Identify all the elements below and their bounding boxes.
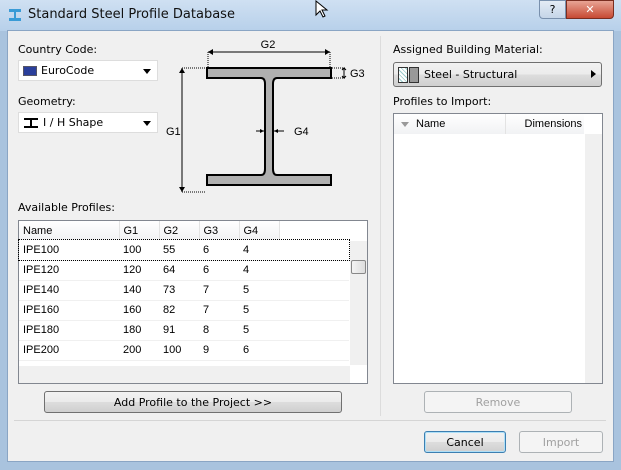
g4-label: G4: [294, 126, 309, 138]
country-code-label: Country Code:: [18, 43, 98, 56]
i-shape-icon: [24, 117, 38, 128]
material-swatch-icon: [409, 66, 419, 83]
table-cell: 180: [119, 320, 159, 341]
table-cell: 4: [239, 260, 279, 281]
table-cell: IPE140: [19, 280, 119, 301]
table-row[interactable]: IPE100 100 55 6 4: [18, 239, 350, 261]
geometry-label: Geometry:: [18, 95, 76, 108]
geometry-dropdown[interactable]: I / H Shape: [18, 112, 158, 133]
table-cell: 55: [159, 240, 199, 261]
country-code-dropdown[interactable]: EuroCode: [18, 60, 158, 81]
divider: [380, 36, 381, 416]
table-cell: 5: [239, 300, 279, 321]
table-cell: 100: [159, 340, 199, 361]
table-cell: 4: [239, 240, 279, 261]
table-cell: 120: [119, 260, 159, 281]
col-name[interactable]: Name: [416, 114, 506, 134]
g1-label: G1: [166, 126, 181, 138]
help-button[interactable]: ?: [539, 0, 566, 19]
mouse-cursor-icon: [315, 0, 329, 18]
window-title: Standard Steel Profile Database: [28, 7, 235, 22]
table-cell: 6: [199, 240, 239, 261]
table-cell: 140: [119, 280, 159, 301]
material-picker[interactable]: Steel - Structural: [393, 62, 602, 87]
table-cell: 73: [159, 280, 199, 301]
table-cell: 82: [159, 300, 199, 321]
table-row[interactable]: IPE140 140 73 7 5: [19, 280, 349, 301]
add-profile-button[interactable]: Add Profile to the Project >>: [44, 391, 342, 413]
profiles-to-import-label: Profiles to Import:: [393, 95, 492, 108]
material-value: Steel - Structural: [424, 68, 518, 81]
sort-icon[interactable]: [394, 114, 416, 134]
table-cell: 5: [239, 280, 279, 301]
table-cell: 100: [119, 240, 159, 261]
material-swatch-icon: [398, 66, 408, 83]
profile-diagram: G2 G1 G3 G4: [166, 39, 365, 193]
col-dimensions[interactable]: Dimensions: [506, 114, 584, 134]
g3-label: G3: [350, 68, 365, 80]
profiles-to-import-list[interactable]: Name Dimensions: [393, 113, 603, 384]
title-bar: Standard Steel Profile Database ? ✕: [0, 0, 621, 31]
cancel-button[interactable]: Cancel: [424, 431, 506, 453]
vertical-scrollbar[interactable]: [350, 241, 367, 365]
table-cell: IPE160: [19, 300, 119, 321]
table-cell: 6: [199, 260, 239, 281]
vertical-scrollbar[interactable]: [585, 134, 602, 383]
chevron-down-icon: [143, 121, 151, 126]
eu-flag-icon: [23, 65, 37, 76]
material-label: Assigned Building Material:: [393, 43, 543, 56]
table-cell: 200: [119, 340, 159, 361]
table-cell: IPE100: [19, 240, 119, 261]
import-button[interactable]: Import: [519, 431, 603, 453]
col-g4[interactable]: G4: [239, 221, 280, 240]
country-code-value: EuroCode: [41, 64, 95, 77]
table-cell: 160: [119, 300, 159, 321]
table-cell: 7: [199, 280, 239, 301]
table-cell: 64: [159, 260, 199, 281]
col-g1[interactable]: G1: [119, 221, 160, 240]
table-cell: 7: [199, 300, 239, 321]
table-cell: 6: [239, 340, 279, 361]
g2-label: G2: [261, 39, 276, 51]
col-name[interactable]: Name: [19, 221, 120, 240]
table-header: Name G1 G2 G3 G4: [19, 221, 349, 240]
table-row[interactable]: IPE160 160 82 7 5: [19, 300, 349, 321]
table-cell: IPE120: [19, 260, 119, 281]
available-profiles-label: Available Profiles:: [18, 201, 115, 214]
table-row[interactable]: IPE180 180 91 8 5: [19, 320, 349, 341]
table-cell: 9: [199, 340, 239, 361]
horizontal-scrollbar[interactable]: [19, 366, 350, 383]
close-button[interactable]: ✕: [566, 0, 614, 19]
separator: [14, 420, 606, 421]
remove-button[interactable]: Remove: [424, 391, 572, 413]
chevron-right-icon: [591, 70, 596, 78]
col-g2[interactable]: G2: [159, 221, 200, 240]
table-row[interactable]: IPE120 120 64 6 4: [19, 260, 349, 281]
chevron-down-icon: [143, 69, 151, 74]
table-row[interactable]: IPE200 200 100 9 6: [19, 340, 349, 361]
geometry-value: I / H Shape: [43, 116, 104, 129]
table-cell: IPE180: [19, 320, 119, 341]
table-cell: 91: [159, 320, 199, 341]
table-cell: 5: [239, 320, 279, 341]
available-profiles-table[interactable]: Name G1 G2 G3 G4 IPE100 100 55 6 4 IPE120 120 6…: [18, 220, 368, 384]
table-cell: IPE200: [19, 340, 119, 361]
scroll-thumb[interactable]: [351, 260, 366, 274]
col-g3[interactable]: G3: [199, 221, 240, 240]
table-cell: 8: [199, 320, 239, 341]
i-beam-app-icon: [9, 9, 21, 21]
